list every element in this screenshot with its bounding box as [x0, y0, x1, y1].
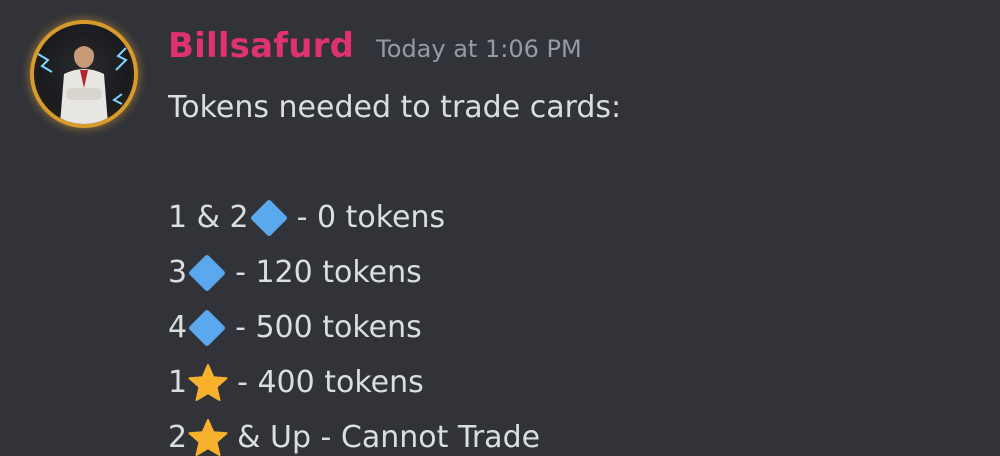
- item-prefix: 1 & 2: [168, 200, 249, 235]
- item-suffix: - 500 tokens: [235, 310, 422, 345]
- username[interactable]: Billsafurd: [168, 26, 354, 66]
- list-item: 2 & Up - Cannot Trade: [168, 410, 621, 456]
- avatar-image: [34, 24, 134, 124]
- star-icon: [188, 363, 228, 401]
- list-item: 1 - 400 tokens: [168, 355, 621, 410]
- heading-text: Tokens needed to trade cards:: [168, 90, 622, 125]
- message-header: Billsafurd Today at 1:06 PM: [168, 26, 582, 70]
- list-item: 1 & 2 - 0 tokens: [168, 190, 621, 245]
- chat-message: Billsafurd Today at 1:06 PM Tokens neede…: [0, 0, 1000, 456]
- item-suffix: & Up - Cannot Trade: [237, 420, 541, 455]
- list-item: 3 - 120 tokens: [168, 245, 621, 300]
- diamond-icon: [189, 254, 226, 291]
- item-suffix: - 0 tokens: [296, 200, 446, 235]
- item-prefix: 1: [168, 365, 188, 400]
- message-content: Tokens needed to trade cards: 1 & 2 - 0 …: [168, 80, 621, 456]
- timestamp[interactable]: Today at 1:06 PM: [376, 35, 582, 63]
- item-suffix: - 400 tokens: [237, 365, 424, 400]
- lightning-icon: [37, 47, 128, 105]
- item-prefix: 3: [168, 255, 188, 290]
- star-icon: [188, 418, 228, 456]
- avatar[interactable]: [24, 20, 144, 130]
- item-suffix: - 120 tokens: [235, 255, 422, 290]
- diamond-icon: [250, 199, 287, 236]
- item-prefix: 2: [168, 420, 188, 455]
- list-item: 4 - 500 tokens: [168, 300, 621, 355]
- item-prefix: 4: [168, 310, 188, 345]
- diamond-icon: [189, 309, 226, 346]
- message-heading: Tokens needed to trade cards:: [168, 80, 621, 135]
